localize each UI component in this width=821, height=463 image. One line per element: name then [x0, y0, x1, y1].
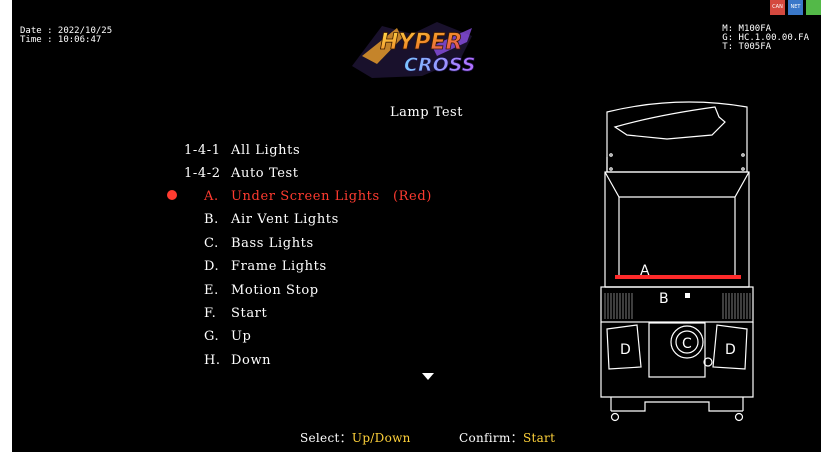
footer-confirm-hint: Confirm：Start [459, 429, 555, 446]
menu-item-label: Frame Lights [231, 259, 327, 274]
menu-item-letter: E. [204, 283, 219, 298]
menu-item-label: Up [231, 329, 252, 344]
cabinet-center-panel [648, 322, 706, 378]
menu-item-letter: G. [204, 329, 220, 344]
page-title: Lamp Test [390, 105, 463, 120]
logo-text-bottom: CROSS [404, 54, 475, 76]
menu-item-label: Auto Test [231, 166, 299, 181]
lamp-test-screen: Date : 2022/10/25 Time : 10:06:47 CAN NE… [12, 0, 821, 452]
hyper-cross-logo: HYPER CROSS [352, 22, 476, 78]
cabinet-label-d-left: D [620, 342, 631, 358]
menu-item-letter: F. [204, 306, 217, 321]
can-status-icon: CAN [770, 0, 785, 15]
cabinet-control-panel [600, 286, 754, 323]
menu-item-value: (Red) [393, 189, 432, 204]
cabinet-lower-body [600, 322, 754, 398]
date-time-readout: Date : 2022/10/25 Time : 10:06:47 [20, 27, 112, 45]
under-screen-light-bar [615, 275, 741, 279]
cabinet-label-a: A [640, 263, 650, 279]
status-badges: CAN NET [770, 0, 821, 15]
menu-item-letter: C. [204, 236, 219, 251]
menu-item-letter: D. [204, 259, 220, 274]
net-status-icon: NET [788, 0, 803, 15]
menu-item-letter: B. [204, 212, 219, 227]
menu-item-label: Motion Stop [231, 283, 319, 298]
status-icon [806, 0, 821, 15]
cabinet-screen-bevel [604, 171, 750, 198]
select-value: Up/Down [351, 431, 411, 445]
selection-cursor-icon [167, 190, 177, 200]
menu-item-label: Down [231, 353, 272, 368]
machine-t-text: T: T005FA [722, 42, 772, 52]
menu-item-label: Bass Lights [231, 236, 314, 251]
menu-item-label: Air Vent Lights [231, 212, 339, 227]
confirm-value: Start [522, 431, 556, 445]
menu-item-letter: A. [204, 189, 219, 204]
down-arrow-icon [422, 373, 434, 380]
cabinet-diagram: A B C D D [600, 101, 754, 422]
menu-item-code: 1-4-1 [184, 143, 221, 158]
cabinet-label-d-right: D [725, 342, 736, 358]
menu-item-label: Under Screen Lights [231, 189, 380, 204]
menu-item-letter: H. [204, 353, 221, 368]
confirm-label: Confirm： [459, 431, 523, 445]
machine-info: M: M100FA G: HC.1.00.00.FA T: T005FA [722, 25, 809, 52]
logo-text-top: HYPER [380, 30, 462, 55]
footer-select-hint: Select：Up/Down [300, 429, 411, 446]
menu-item-label: All Lights [231, 143, 301, 158]
menu-item-label: Start [231, 306, 268, 321]
time-text: Time : 10:06:47 [20, 35, 102, 45]
cabinet-label-c: C [682, 336, 692, 352]
menu-item-code: 1-4-2 [184, 166, 221, 181]
cabinet-label-b: B [659, 291, 669, 307]
cabinet-top-inner [613, 106, 726, 140]
start-button-icon [685, 293, 690, 298]
cabinet-screen-frame [604, 171, 750, 288]
select-label: Select： [300, 431, 352, 445]
